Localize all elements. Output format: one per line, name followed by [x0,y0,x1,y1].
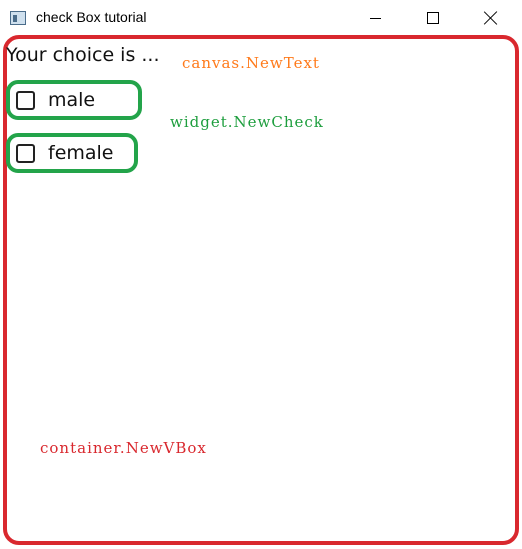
app-window-icon [10,11,26,25]
minimize-icon [370,18,381,19]
checkbox-label: male [48,89,96,111]
checkbox-label: female [48,142,114,164]
close-button[interactable] [462,0,520,36]
minimize-button[interactable] [346,0,404,36]
window-title: check Box tutorial [36,9,147,25]
checkbox-box-icon[interactable] [16,90,35,110]
maximize-button[interactable] [404,0,462,36]
choice-text: Your choice is ... [6,44,160,66]
checkbox-box-icon[interactable] [16,143,35,163]
checkbox-female[interactable]: female [16,141,114,165]
checkbox-male[interactable]: male [16,88,95,112]
annotation-canvas: canvas.NewText [182,54,320,72]
maximize-icon [427,12,439,24]
close-icon [484,11,498,25]
app-window: check Box tutorial Your choice is ... ma… [0,0,522,549]
annotation-container: container.NewVBox [40,439,207,457]
annotation-widget: widget.NewCheck [170,113,324,131]
title-bar[interactable]: check Box tutorial [0,0,522,36]
